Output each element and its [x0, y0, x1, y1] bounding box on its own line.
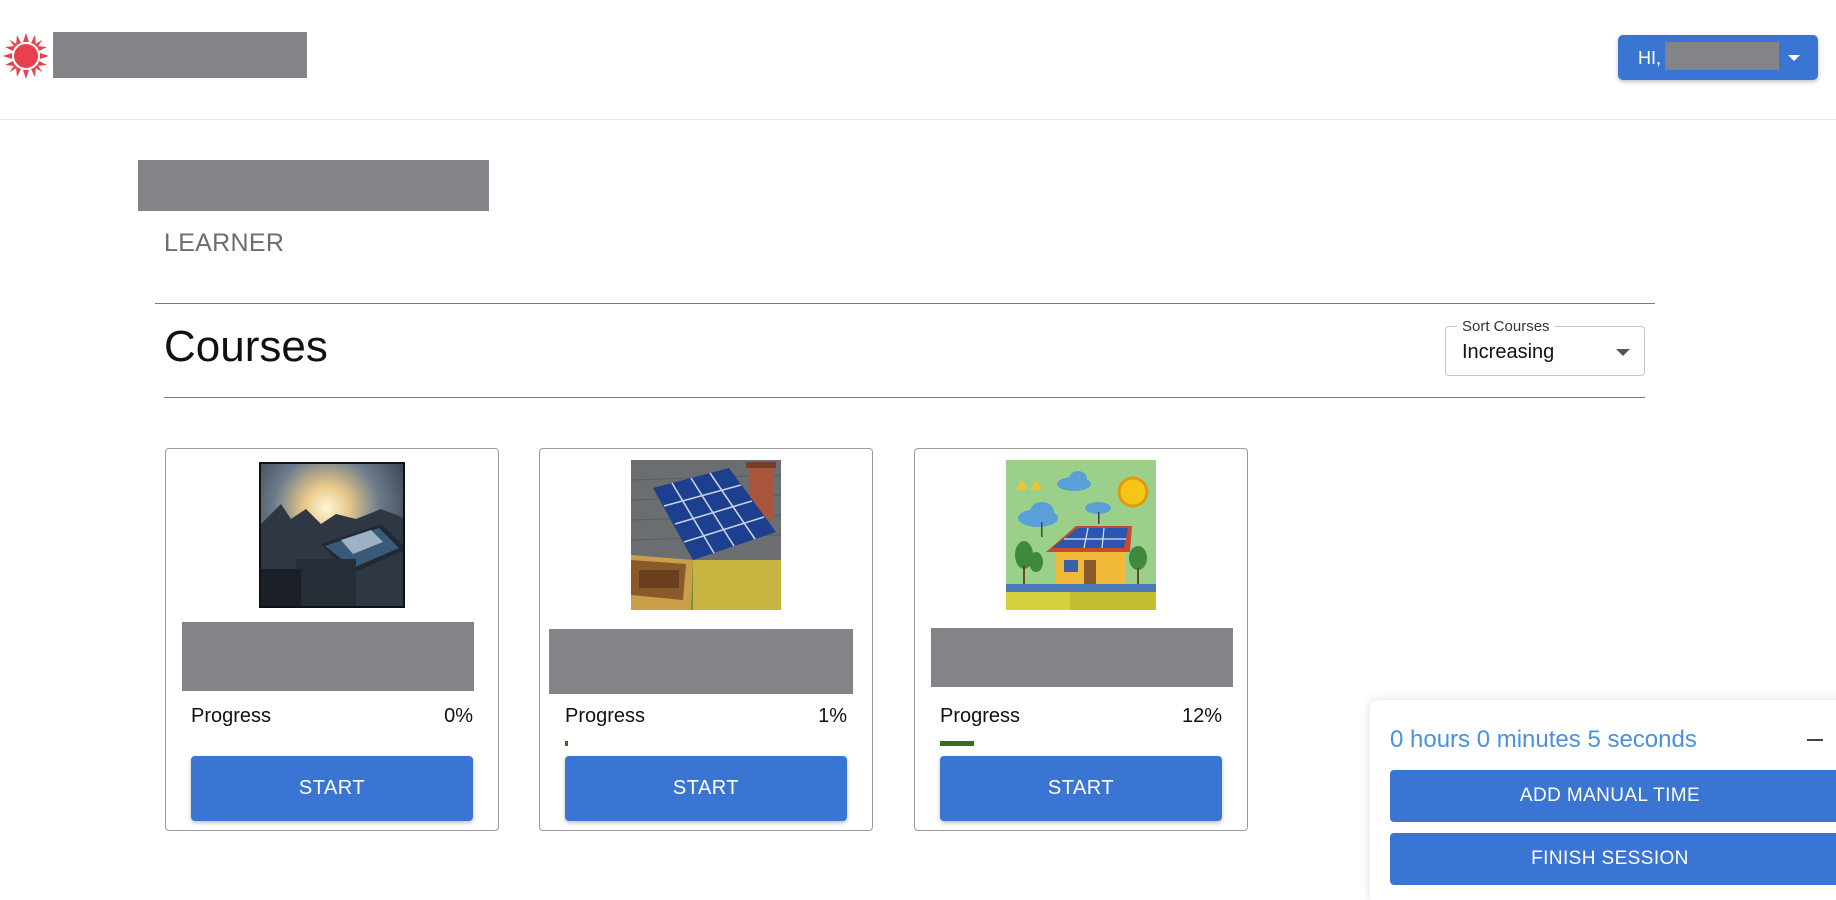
progress-value: 1%: [818, 705, 847, 727]
course-title-redacted: [931, 628, 1233, 687]
user-menu-button[interactable]: HI,: [1618, 35, 1818, 80]
start-course-button[interactable]: START: [191, 756, 473, 821]
progress-bar: [191, 741, 471, 746]
sort-courses-label: Sort Courses: [1457, 318, 1555, 335]
course-thumbnail: [259, 462, 405, 608]
course-thumbnail: [1006, 460, 1156, 610]
top-bar: HI,: [0, 0, 1836, 120]
user-name-redacted: [1665, 42, 1779, 70]
start-course-button[interactable]: START: [940, 756, 1222, 821]
courses-heading: Courses: [164, 322, 328, 371]
add-manual-time-button[interactable]: ADD MANUAL TIME: [1390, 770, 1836, 822]
course-card: Progress 1% START: [539, 448, 873, 831]
course-card: Progress 0% START: [165, 448, 499, 831]
progress-label: Progress: [191, 705, 272, 727]
divider: [164, 397, 1645, 398]
course-card: Progress 12% START: [914, 448, 1248, 831]
role-label: LEARNER: [164, 229, 285, 257]
progress-label: Progress: [940, 705, 1021, 727]
greeting-label: HI,: [1638, 48, 1662, 68]
progress-bar-fill: [940, 741, 974, 746]
session-timer-text: 0 hours 0 minutes 5 seconds: [1390, 726, 1697, 753]
minimize-icon[interactable]: [1807, 739, 1823, 741]
finish-session-button[interactable]: FINISH SESSION: [1390, 833, 1836, 885]
progress-bar-fill: [565, 741, 568, 746]
divider: [155, 303, 1655, 304]
page-title-redacted: [138, 160, 489, 211]
sun-icon: [3, 33, 49, 79]
course-thumbnail: [631, 460, 781, 610]
progress-bar: [940, 741, 1220, 746]
caret-down-icon: [1788, 55, 1800, 61]
start-course-button[interactable]: START: [565, 756, 847, 821]
session-timer-panel: 0 hours 0 minutes 5 seconds ADD MANUAL T…: [1370, 700, 1836, 900]
progress-bar: [565, 741, 845, 746]
sort-courses-select[interactable]: Sort Courses Increasing: [1445, 318, 1645, 376]
progress-value: 0%: [444, 705, 473, 727]
progress-label: Progress: [565, 705, 646, 727]
sort-courses-value: Increasing: [1462, 341, 1555, 363]
brand-name-redacted: [53, 32, 307, 78]
course-title-redacted: [549, 629, 853, 694]
progress-value: 12%: [1181, 705, 1222, 727]
caret-down-icon: [1616, 349, 1630, 356]
course-title-redacted: [182, 622, 474, 691]
